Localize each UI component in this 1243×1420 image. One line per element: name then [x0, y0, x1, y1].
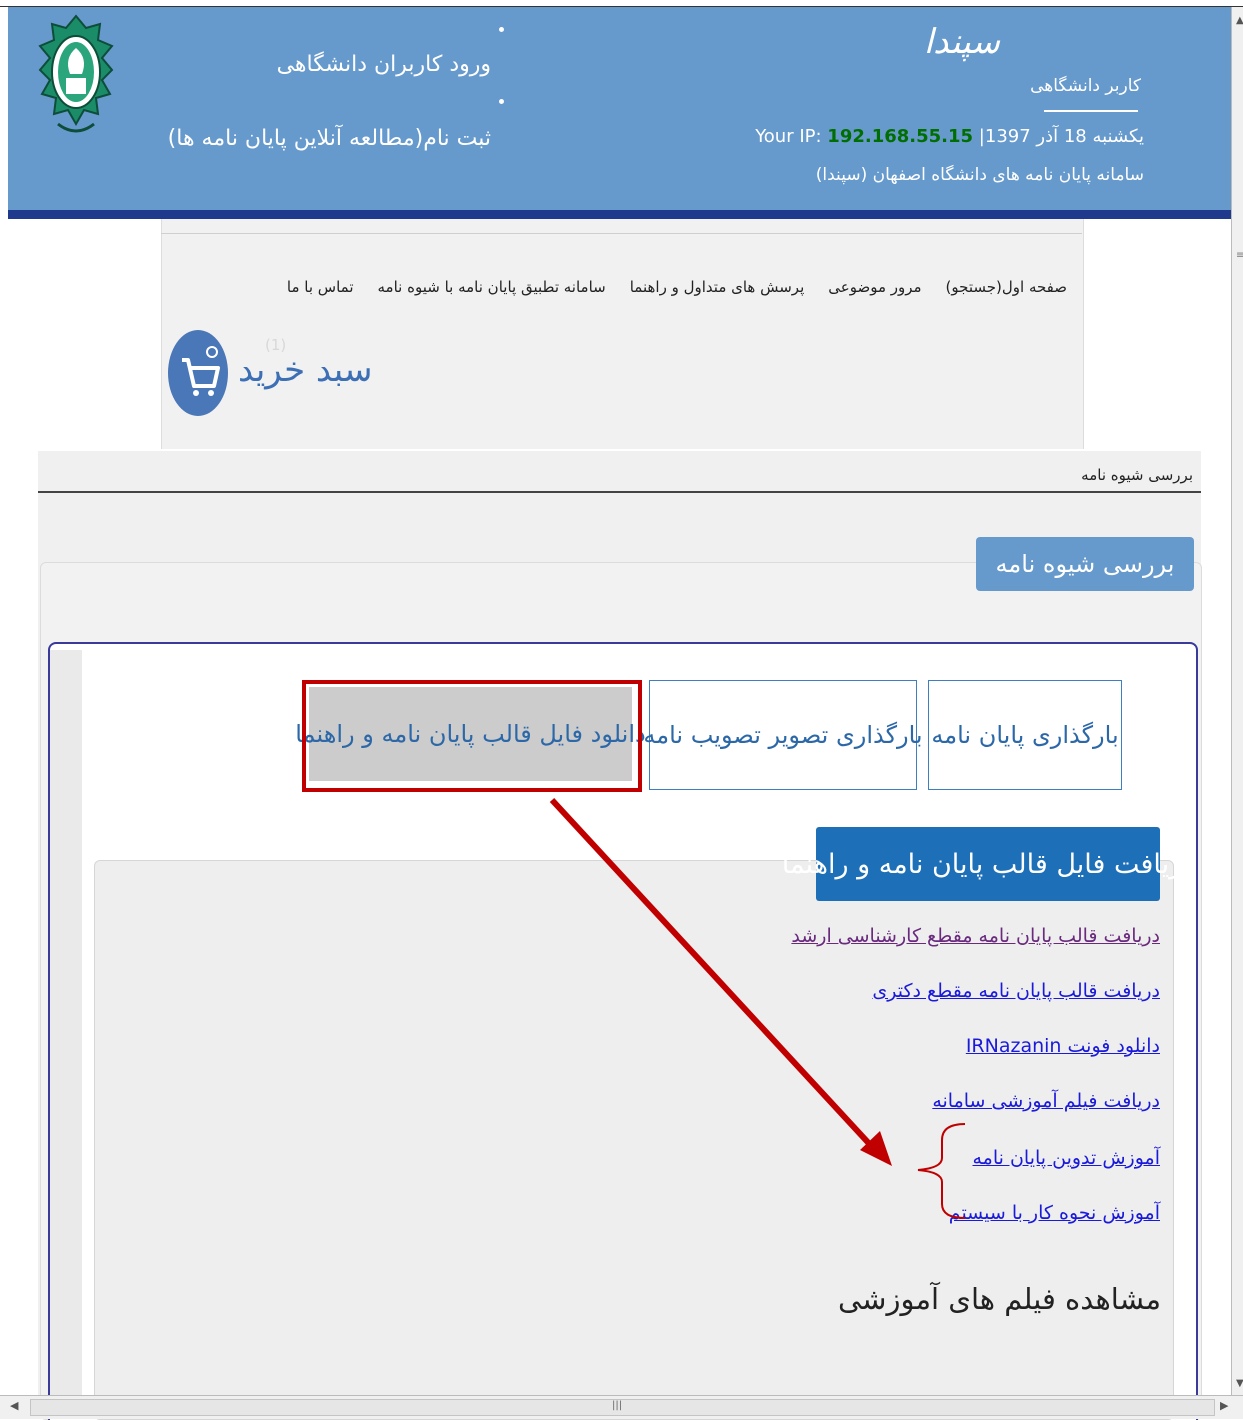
- section-title: دریافت فایل قالب پایان نامه و راهنما: [782, 827, 1194, 901]
- scroll-right-arrow-icon[interactable]: ▶: [1220, 1399, 1228, 1412]
- breadcrumb-divider: [38, 491, 1201, 493]
- menu-bullet: [499, 99, 504, 104]
- site-brand[interactable]: سپندا: [924, 22, 1000, 62]
- shopping-cart-icon: [182, 346, 220, 396]
- link-phd-template[interactable]: دریافت قالب پایان نامه مقطع دکتری: [872, 980, 1160, 1002]
- videos-heading: مشاهده فیلم های آموزشی: [838, 1282, 1161, 1316]
- shopping-cart[interactable]: (1) سبد خرید: [168, 330, 373, 420]
- nav-item-faq[interactable]: پرسش های متداول و راهنما: [630, 278, 805, 296]
- link-masters-template[interactable]: دریافت قالب پایان نامه مقطع کارشناسی ارش…: [791, 925, 1160, 947]
- link-system-video[interactable]: دریافت فیلم آموزشی سامانه: [932, 1090, 1160, 1112]
- tab-upload-approval[interactable]: بارگذاری تصویر تصویب نامه: [643, 680, 923, 790]
- vertical-scrollbar[interactable]: [1231, 7, 1243, 1395]
- scroll-down-arrow-icon[interactable]: ▼: [1236, 1378, 1243, 1389]
- page-title: بررسی شیوه نامه: [976, 537, 1194, 591]
- scroll-up-arrow-icon[interactable]: ▲: [1236, 15, 1243, 26]
- system-name: سامانه پایان نامه های دانشگاه اصفهان (سپ…: [815, 165, 1144, 185]
- tab-upload-thesis[interactable]: بارگذاری پایان نامه: [928, 680, 1122, 790]
- date-ip-line: یکشنبه 18 آذر 1397| Your IP: 192.168.55.…: [755, 126, 1144, 147]
- user-type-link[interactable]: کاربر دانشگاهی: [1030, 76, 1141, 96]
- ip-label: Your IP:: [755, 126, 822, 147]
- window-top-edge: [0, 0, 1243, 7]
- menu-bullet: [499, 27, 504, 32]
- nav-separator: [161, 233, 1082, 234]
- header-bottom-bar: [8, 210, 1233, 219]
- highlight-box: [302, 680, 642, 792]
- nav-item-format-check[interactable]: سامانه تطبیق پایان نامه با شیوه نامه: [378, 278, 606, 296]
- cart-circle: [168, 330, 228, 416]
- breadcrumb: بررسی شیوه نامه: [1081, 466, 1193, 484]
- logo-seal-icon: [38, 14, 114, 133]
- scroll-left-arrow-icon[interactable]: ◀: [10, 1399, 18, 1412]
- scroll-grip-icon[interactable]: |||: [612, 1400, 622, 1411]
- horizontal-scroll-thumb[interactable]: [30, 1399, 1215, 1416]
- ip-value: 192.168.55.15: [827, 126, 974, 147]
- panel-side-strip: [50, 650, 82, 1418]
- cart-label[interactable]: سبد خرید: [238, 350, 373, 390]
- date-text: یکشنبه 18 آذر 1397|: [978, 126, 1144, 147]
- link-system-usage-tutorial[interactable]: آموزش نحوه کار با سیستم: [949, 1202, 1160, 1224]
- link-font-download[interactable]: دانلود فونت IRNazanin: [966, 1035, 1160, 1057]
- university-login-link[interactable]: ورود کاربران دانشگاهی: [277, 52, 491, 77]
- nav-item-browse[interactable]: مرور موضوعی: [828, 278, 921, 296]
- main-nav: صفحه اول(جستجو) مرور موضوعی پرسش های متد…: [287, 278, 1067, 296]
- nav-item-contact[interactable]: تماس با ما: [287, 278, 354, 296]
- register-link[interactable]: ثبت نام(مطالعه آنلاین پایان نامه ها): [168, 126, 491, 151]
- link-thesis-writing-tutorial[interactable]: آموزش تدوین پایان نامه: [973, 1147, 1161, 1169]
- scroll-grip-icon[interactable]: ≡: [1236, 250, 1243, 261]
- user-type-underline: [1044, 110, 1138, 112]
- nav-item-home[interactable]: صفحه اول(جستجو): [946, 278, 1067, 296]
- university-logo: [38, 14, 114, 133]
